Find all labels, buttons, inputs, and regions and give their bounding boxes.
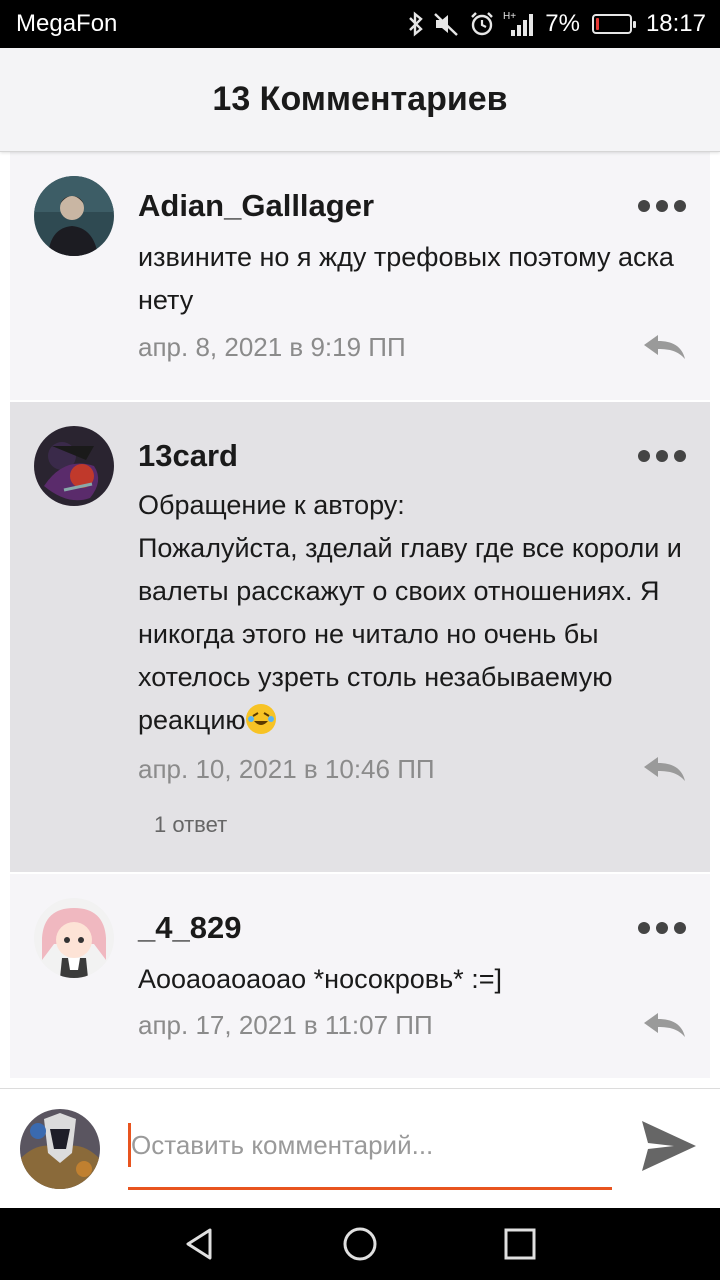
recent-apps-icon[interactable]	[502, 1226, 538, 1262]
status-bar: MegaFon H+ 7% 18:17	[0, 0, 720, 48]
avatar[interactable]	[34, 176, 114, 256]
comment-author[interactable]: _4_829	[138, 910, 241, 946]
bluetooth-icon	[407, 10, 425, 38]
avatar[interactable]	[34, 426, 114, 506]
comment-text-content: Обращение к автору: Пожалуйста, зделай г…	[138, 490, 682, 735]
status-icons: H+ 7% 18:17	[407, 8, 706, 40]
alarm-icon	[469, 10, 495, 38]
clock: 18:17	[645, 10, 706, 37]
comments-header: 13 Комментариев	[0, 48, 720, 152]
rolling-on-floor-laughing-emoji	[245, 704, 276, 734]
comment-text: извините но я жду трефовых поэтому аска …	[138, 242, 674, 315]
comment-input[interactable]	[128, 1123, 612, 1167]
comment-text: Обращение к автору: Пожалуйста, зделай г…	[138, 484, 698, 742]
back-icon[interactable]	[182, 1226, 218, 1262]
comment-item[interactable]: 13card Обращение к автору: Пожалуйста, з…	[10, 402, 710, 872]
replies-link[interactable]: 1 ответ	[154, 812, 227, 838]
mute-icon	[433, 10, 461, 38]
comment-item[interactable]: _4_829 Аооаоаоаоао *носокровь* :=] апр. …	[10, 874, 710, 1078]
input-underline	[128, 1187, 612, 1190]
more-options-icon[interactable]	[638, 450, 686, 462]
comment-item[interactable]: Adian_Galllager извините но я жду трефов…	[10, 152, 710, 400]
comment-date: апр. 10, 2021 в 10:46 ПП	[138, 754, 435, 784]
send-icon[interactable]	[640, 1119, 698, 1173]
page-title: 13 Комментариев	[212, 80, 508, 118]
home-icon[interactable]	[342, 1226, 378, 1262]
comment-list[interactable]: Adian_Galllager извините но я жду трефов…	[0, 152, 720, 1088]
comment-author[interactable]: Adian_Galllager	[138, 188, 374, 224]
battery-percent: 7%	[545, 10, 580, 37]
reply-icon[interactable]	[642, 756, 686, 782]
comment-date: апр. 17, 2021 в 11:07 ПП	[138, 1010, 433, 1040]
user-avatar[interactable]	[20, 1109, 100, 1189]
network-type: H+	[503, 11, 516, 22]
comment-author[interactable]: 13card	[138, 438, 238, 474]
system-nav-bar	[0, 1208, 720, 1280]
signal-icon: H+	[503, 10, 537, 38]
reply-icon[interactable]	[642, 334, 686, 360]
battery-icon	[591, 14, 636, 34]
reply-icon[interactable]	[642, 1012, 686, 1038]
comment-date: апр. 8, 2021 в 9:19 ПП	[138, 332, 406, 362]
avatar[interactable]	[34, 898, 114, 978]
comment-text: Аооаоаоаоао *носокровь* :=]	[138, 964, 502, 994]
more-options-icon[interactable]	[638, 200, 686, 212]
comment-composer	[0, 1088, 720, 1208]
more-options-icon[interactable]	[638, 922, 686, 934]
carrier-name: MegaFon	[16, 10, 118, 37]
